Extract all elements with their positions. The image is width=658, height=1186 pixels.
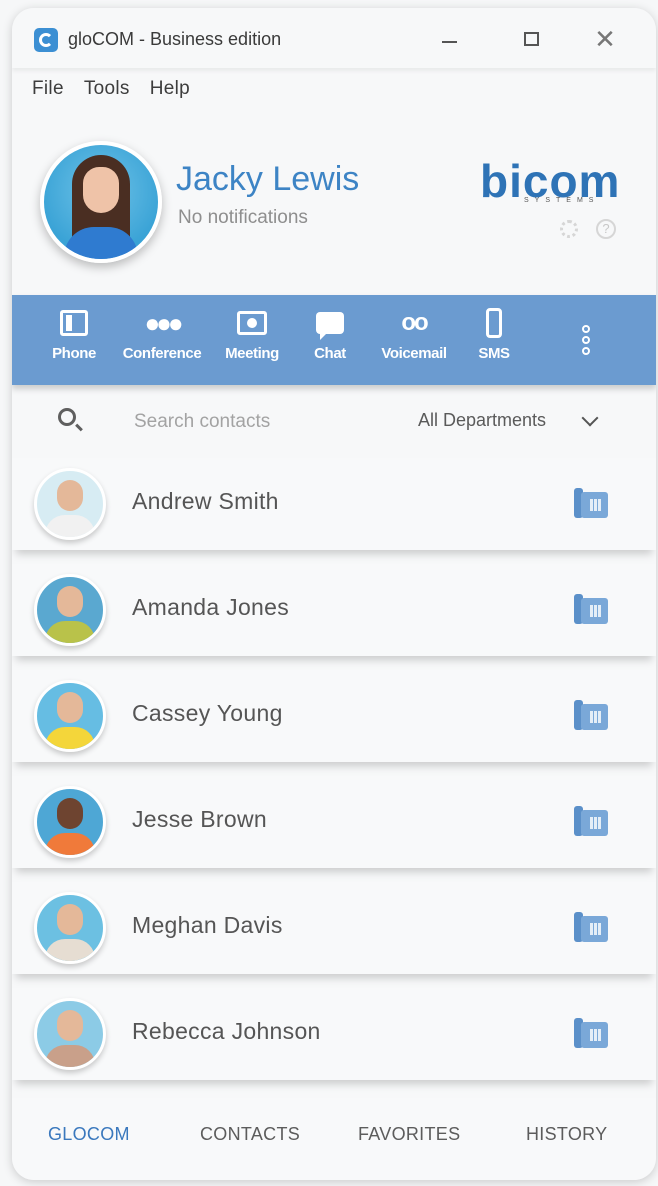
- user-avatar[interactable]: [40, 141, 162, 263]
- tab-favorites[interactable]: FAVORITES: [358, 1124, 460, 1145]
- contact-name: Cassey Young: [132, 700, 283, 726]
- contact-row[interactable]: Amanda Jones: [12, 564, 656, 656]
- contact-row[interactable]: Andrew Smith: [12, 458, 656, 550]
- contact-row[interactable]: Jesse Brown: [12, 776, 656, 868]
- help-icon[interactable]: ?: [596, 219, 616, 239]
- bicom-logo-subtitle: SYSTEMS: [524, 197, 600, 204]
- avatar: [34, 998, 106, 1070]
- toolbar-phone[interactable]: Phone: [46, 305, 102, 362]
- phone-icon: [60, 310, 88, 336]
- sms-icon: [486, 308, 502, 338]
- window-title: gloCOM - Business edition: [68, 29, 282, 49]
- tab-glocom[interactable]: GLOCOM: [48, 1124, 130, 1145]
- search-input[interactable]: [132, 410, 396, 434]
- menu-tools[interactable]: Tools: [84, 78, 130, 100]
- toolbar-voicemail[interactable]: oo Voicemail: [372, 305, 456, 362]
- voicemail-icon: oo: [401, 309, 428, 336]
- more-vertical-icon[interactable]: [582, 325, 590, 358]
- menu-file[interactable]: File: [32, 78, 64, 100]
- contact-name: Andrew Smith: [132, 488, 279, 514]
- contact-row[interactable]: Cassey Young: [12, 670, 656, 762]
- desk-phone-icon[interactable]: [574, 806, 608, 836]
- department-select[interactable]: All Departments: [418, 410, 546, 431]
- contact-name: Jesse Brown: [132, 806, 267, 832]
- toolbar-label: Conference: [122, 345, 202, 362]
- close-button[interactable]: ✕: [588, 24, 622, 54]
- gear-icon[interactable]: [560, 220, 578, 238]
- action-toolbar: Phone ●●● Conference Meeting Chat oo Voi…: [12, 295, 656, 385]
- contact-name: Meghan Davis: [132, 912, 283, 938]
- avatar: [34, 468, 106, 540]
- desk-phone-icon[interactable]: [574, 488, 608, 518]
- minimize-button[interactable]: [432, 24, 466, 54]
- tab-contacts[interactable]: CONTACTS: [200, 1124, 300, 1145]
- toolbar-label: Meeting: [225, 345, 279, 362]
- close-icon: ✕: [594, 24, 616, 54]
- desk-phone-icon[interactable]: [574, 594, 608, 624]
- toolbar-sms[interactable]: SMS: [472, 305, 516, 362]
- minimize-icon: [441, 41, 457, 43]
- desk-phone-icon[interactable]: [574, 1018, 608, 1048]
- chat-icon: [316, 312, 344, 340]
- app-window: gloCOM - Business edition ✕ File Tools H…: [12, 8, 656, 1180]
- menu-help[interactable]: Help: [150, 78, 190, 100]
- tab-history[interactable]: HISTORY: [526, 1124, 607, 1145]
- menu-bar: File Tools Help: [32, 78, 190, 100]
- contact-list: Andrew Smith Amanda Jones Cassey Young J…: [12, 458, 656, 1094]
- avatar: [34, 786, 106, 858]
- desk-phone-icon[interactable]: [574, 912, 608, 942]
- toolbar-label: Chat: [314, 345, 346, 362]
- user-name: Jacky Lewis: [176, 160, 360, 198]
- toolbar-label: Voicemail: [381, 345, 447, 362]
- glocom-logo-icon: [34, 28, 58, 52]
- avatar: [34, 574, 106, 646]
- contact-name: Amanda Jones: [132, 594, 290, 620]
- search-bar: All Departments: [12, 390, 656, 456]
- maximize-icon: [523, 32, 539, 46]
- contact-row[interactable]: Meghan Davis: [12, 882, 656, 974]
- toolbar-label: SMS: [478, 345, 510, 362]
- avatar: [34, 680, 106, 752]
- toolbar-chat[interactable]: Chat: [306, 305, 354, 362]
- search-icon: [58, 408, 76, 426]
- user-status: No notifications: [178, 207, 308, 228]
- contact-row[interactable]: Rebecca Johnson: [12, 988, 656, 1080]
- desk-phone-icon[interactable]: [574, 700, 608, 730]
- bottom-nav: GLOCOM CONTACTS FAVORITES HISTORY: [12, 1098, 656, 1180]
- toolbar-conference[interactable]: ●●● Conference: [114, 305, 210, 363]
- chevron-down-icon[interactable]: [581, 409, 599, 427]
- toolbar-meeting[interactable]: Meeting: [218, 305, 286, 362]
- conference-icon: ●●●: [144, 307, 183, 338]
- maximize-button[interactable]: [514, 24, 548, 54]
- avatar: [34, 892, 106, 964]
- contact-name: Rebecca Johnson: [132, 1018, 321, 1044]
- meeting-icon: [237, 311, 267, 335]
- toolbar-label: Phone: [52, 345, 96, 362]
- title-bar: gloCOM - Business edition ✕: [12, 8, 656, 68]
